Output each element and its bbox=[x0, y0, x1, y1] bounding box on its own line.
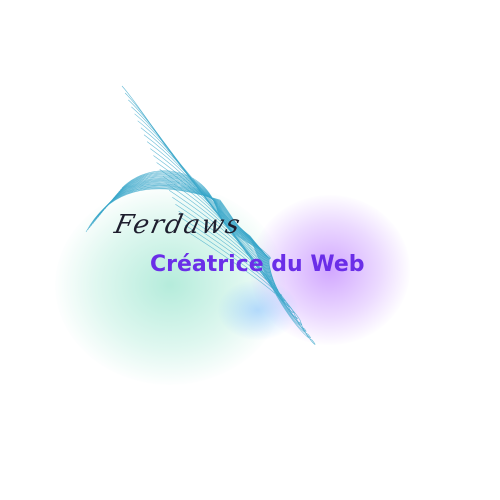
tagline-text: Créatrice du Web bbox=[150, 252, 365, 277]
wave-lines-graphic bbox=[85, 85, 316, 345]
wave-line bbox=[94, 184, 294, 314]
wave-line bbox=[97, 183, 286, 302]
signature-text: Ferdaws bbox=[111, 210, 245, 240]
logo-canvas: Ferdaws Créatrice du Web bbox=[0, 0, 500, 500]
